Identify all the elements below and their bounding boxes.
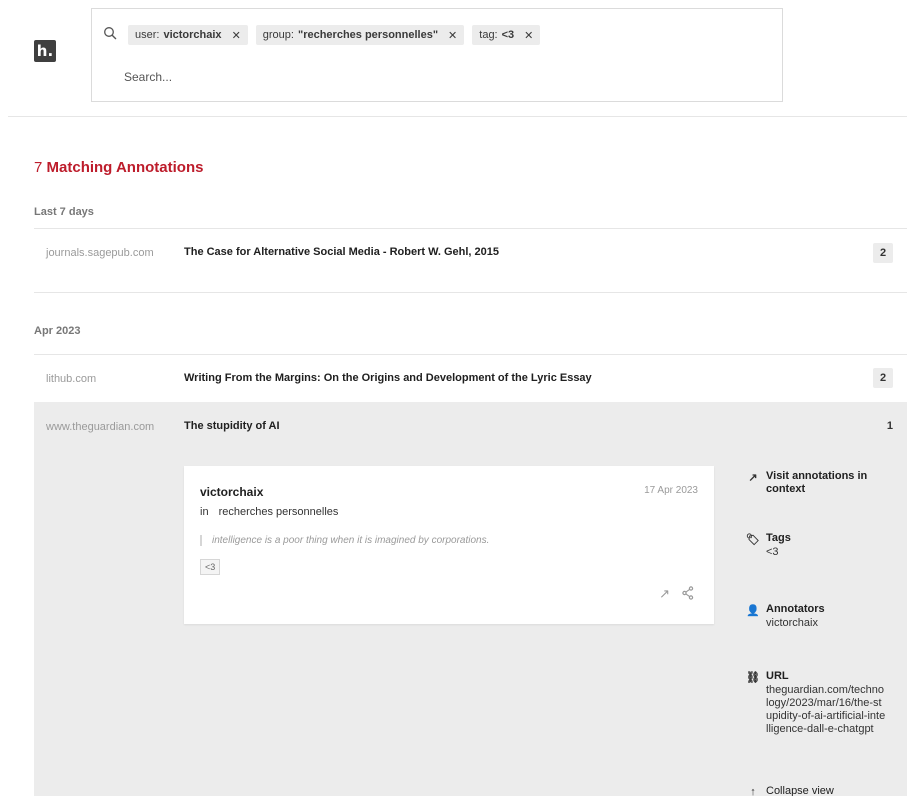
annotators-value[interactable]: victorchaix — [766, 617, 818, 630]
external-link-icon[interactable]: ↗ — [659, 586, 670, 602]
search-icon — [104, 27, 117, 40]
result-row[interactable]: lithub.com Writing From the Margins: On … — [34, 354, 907, 402]
arrow-up-icon: ↑ — [750, 786, 756, 796]
url-value[interactable]: theguardian.com/technology/2023/mar/16/t… — [766, 684, 886, 736]
tags-section: 🏷 Tags <3 — [746, 532, 906, 566]
annotation-group: in recherches personnelles — [200, 506, 338, 518]
tags-value[interactable]: <3 — [766, 546, 779, 559]
filter-chips: user: victorchaix ✕ group: "recherches p… — [128, 25, 541, 45]
chip-key: group: — [262, 29, 294, 41]
remove-chip-icon[interactable]: ✕ — [524, 29, 533, 42]
annotation-count-badge: 2 — [873, 243, 893, 263]
link-icon: ⛓ — [746, 672, 760, 684]
share-icon[interactable] — [682, 586, 694, 600]
row-title[interactable]: Writing From the Margins: On the Origins… — [184, 372, 592, 384]
url-label: URL — [766, 670, 789, 682]
collapse-view-label[interactable]: Collapse view — [766, 785, 834, 796]
annotation-count-badge: 2 — [873, 368, 893, 388]
annotation-user[interactable]: victorchaix — [200, 485, 263, 499]
chip-value: "recherches personnelles" — [297, 29, 439, 41]
url-section: ⛓ URL theguardian.com/technology/2023/ma… — [746, 670, 885, 760]
expanded-result-row: www.theguardian.com The stupidity of AI … — [34, 402, 907, 796]
row-divider — [34, 292, 907, 293]
card-actions: ↗ — [659, 586, 694, 602]
arrow-up-right-icon: ↗ — [748, 472, 758, 484]
chip-value: victorchaix — [163, 29, 222, 41]
row-domain: www.theguardian.com — [46, 421, 155, 433]
annotation-date[interactable]: 17 Apr 2023 — [644, 485, 698, 496]
collapse-view-button[interactable]: ↑ Collapse view — [746, 785, 906, 796]
header-divider — [8, 116, 907, 117]
hypothesis-logo[interactable]: h. — [34, 40, 56, 62]
row-domain: lithub.com — [46, 373, 97, 385]
annotation-tag[interactable]: <3 — [200, 559, 221, 575]
section-label-last-7-days: Last 7 days — [34, 206, 94, 218]
search-box[interactable]: user: victorchaix ✕ group: "recherches p… — [91, 8, 783, 102]
chip-key: tag: — [479, 29, 498, 41]
visit-in-context-link[interactable]: ↗ Visit annotations in context — [746, 470, 906, 500]
group-prefix: in — [200, 506, 209, 518]
row-domain: journals.sagepub.com — [46, 247, 154, 259]
remove-chip-icon[interactable]: ✕ — [232, 29, 241, 42]
result-row[interactable]: journals.sagepub.com The Case for Altern… — [34, 228, 907, 292]
annotators-section: 👤 Annotators victorchaix — [746, 603, 906, 637]
section-label-apr-2023: Apr 2023 — [34, 325, 81, 337]
results-count: 7 — [34, 159, 43, 176]
tags-label: Tags — [766, 532, 791, 544]
results-heading: 7 Matching Annotations — [34, 159, 203, 176]
filter-chip-tag: tag: <3 ✕ — [472, 25, 541, 45]
annotators-label: Annotators — [766, 603, 825, 615]
row-title[interactable]: The stupidity of AI — [184, 420, 280, 432]
row-title[interactable]: The Case for Alternative Social Media - … — [184, 246, 499, 258]
filter-chip-group: group: "recherches personnelles" ✕ — [255, 25, 465, 45]
group-name[interactable]: recherches personnelles — [219, 506, 339, 518]
tag-icon: 🏷 — [746, 534, 760, 546]
visit-in-context-label[interactable]: Visit annotations in context — [766, 470, 906, 496]
chip-value: <3 — [501, 29, 515, 41]
chip-key: user: — [135, 29, 160, 41]
results-label: Matching Annotations — [46, 159, 204, 176]
annotation-quote: intelligence is a poor thing when it is … — [200, 535, 489, 546]
search-input[interactable] — [124, 67, 424, 87]
remove-chip-icon[interactable]: ✕ — [448, 29, 457, 42]
filter-chip-user: user: victorchaix ✕ — [128, 25, 248, 45]
annotation-card: victorchaix 17 Apr 2023 in recherches per… — [184, 466, 714, 624]
annotation-count: 1 — [886, 420, 893, 432]
person-icon: 👤 — [746, 605, 760, 617]
